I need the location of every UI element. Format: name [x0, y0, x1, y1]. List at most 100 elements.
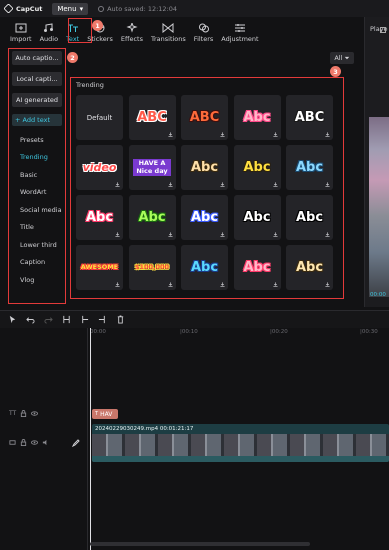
download-icon[interactable]	[272, 182, 278, 187]
undo-icon[interactable]	[26, 315, 35, 324]
playhead[interactable]	[90, 328, 91, 550]
download-icon[interactable]	[272, 232, 278, 237]
nav-button-1[interactable]: Local capti...	[12, 72, 62, 86]
tab-audio[interactable]: Audio	[36, 19, 62, 43]
text-template-tile[interactable]: ABC	[128, 95, 176, 140]
category-vlog[interactable]: Vlog	[12, 271, 62, 289]
download-icon[interactable]	[167, 282, 173, 287]
audio-icon	[43, 23, 53, 32]
category-lower-third[interactable]: Lower third	[12, 236, 62, 254]
text-template-tile[interactable]: Abc	[233, 195, 281, 240]
text-template-tile[interactable]: Abc	[286, 195, 333, 240]
menu-button[interactable]: Menu ▾	[52, 2, 89, 15]
text-template-tile[interactable]: ABC	[181, 95, 228, 140]
template-preview-text: Abc	[190, 210, 219, 225]
redo-icon[interactable]	[44, 315, 53, 324]
text-template-tile[interactable]: Default	[76, 95, 123, 140]
text-template-tile[interactable]: Abc	[76, 195, 123, 240]
template-preview-text: Abc	[295, 160, 324, 175]
nav-button-2[interactable]: AI generated	[12, 93, 62, 107]
download-icon[interactable]	[220, 182, 225, 187]
expand-icon[interactable]	[380, 27, 386, 33]
download-icon[interactable]	[325, 232, 330, 237]
video-clip[interactable]: 20240229030249.mp4 00:01:21:17	[92, 424, 389, 462]
text-template-tile[interactable]: Abc	[181, 145, 228, 190]
player-preview[interactable]	[369, 117, 389, 297]
tab-adjustment[interactable]: Adjustment	[217, 19, 262, 43]
download-icon[interactable]	[115, 232, 120, 237]
category-basic[interactable]: Basic	[12, 166, 62, 184]
select-cursor-icon[interactable]	[8, 315, 17, 324]
split-left-icon[interactable]	[80, 315, 89, 324]
text-template-tile[interactable]: $100,000	[128, 245, 176, 290]
audio-mute-icon[interactable]	[42, 439, 49, 446]
tab-effects[interactable]: Effects	[117, 19, 147, 43]
tab-label: Import	[10, 35, 32, 43]
menu-button-label: Menu	[57, 4, 77, 13]
download-icon[interactable]	[115, 282, 120, 287]
download-icon[interactable]	[220, 282, 225, 287]
video-track-controls	[9, 439, 49, 446]
download-icon[interactable]	[167, 232, 173, 237]
chevron-down-icon: ▾	[79, 4, 84, 13]
title-bar: CapCut Menu ▾ Auto saved: 12:12:04	[0, 0, 389, 17]
download-icon[interactable]	[272, 282, 278, 287]
text-clip-icon: T	[95, 411, 99, 417]
category-presets[interactable]: Presets	[12, 131, 62, 149]
download-icon[interactable]	[325, 282, 330, 287]
category-caption[interactable]: Caption	[12, 254, 62, 272]
tab-filters[interactable]: Filters	[190, 19, 217, 43]
text-template-tile[interactable]: HAVE A Nice day	[128, 145, 176, 190]
timeline-scrollbar[interactable]	[90, 542, 310, 546]
category-trending[interactable]: Trending	[12, 149, 62, 167]
template-preview-text: ABC	[189, 110, 220, 125]
delete-icon[interactable]	[116, 315, 125, 324]
nav-button-0[interactable]: Auto captio...	[12, 51, 62, 65]
split-icon[interactable]	[62, 315, 71, 324]
filter-all-button[interactable]: All ⏷	[330, 52, 354, 64]
text-clip[interactable]: T HAV	[92, 409, 118, 419]
tab-import[interactable]: Import	[6, 19, 36, 43]
download-icon[interactable]	[167, 132, 173, 137]
text-template-tile[interactable]: Abc	[181, 245, 228, 290]
text-template-tile[interactable]: Abc	[233, 145, 281, 190]
category-title[interactable]: Title	[12, 219, 62, 237]
lock-icon[interactable]	[20, 410, 27, 417]
text-template-tile[interactable]: Abc	[286, 145, 333, 190]
player-panel: Playe 00:00	[364, 17, 389, 307]
text-clip-label: HAV	[100, 410, 113, 418]
visibility-icon[interactable]	[31, 439, 38, 446]
text-template-tile[interactable]: Abc	[233, 95, 281, 140]
filters-icon	[198, 23, 209, 33]
adjustment-icon	[234, 24, 245, 32]
add-text-button[interactable]: + Add text	[12, 114, 62, 126]
download-icon[interactable]	[167, 182, 173, 187]
category-social-media[interactable]: Social media	[12, 201, 62, 219]
filter-all-label: All	[334, 54, 343, 62]
edit-cover-icon[interactable]	[72, 439, 80, 447]
download-icon[interactable]	[220, 232, 225, 237]
download-icon[interactable]	[115, 182, 120, 187]
text-tab-highlight	[68, 18, 92, 43]
ruler-mark: 00:00	[90, 329, 106, 335]
text-template-tile[interactable]: AWESOME	[76, 245, 123, 290]
timeline-ruler[interactable]: 00:00 |00:10 |00:20 |00:30	[90, 328, 389, 337]
video-clip-label: 20240229030249.mp4 00:01:21:17	[95, 426, 194, 432]
import-icon	[15, 23, 27, 33]
text-template-tile[interactable]: Abc	[128, 195, 176, 240]
text-template-tile[interactable]: Abc	[181, 195, 228, 240]
download-icon[interactable]	[325, 182, 330, 187]
text-template-tile[interactable]: Abc	[233, 245, 281, 290]
category-wordart[interactable]: WordArt	[12, 184, 62, 202]
text-template-tile[interactable]: ABC	[286, 95, 333, 140]
tab-transitions[interactable]: Transitions	[147, 19, 190, 43]
split-right-icon[interactable]	[98, 315, 107, 324]
download-icon[interactable]	[220, 132, 225, 137]
download-icon[interactable]	[325, 132, 330, 137]
visibility-icon[interactable]	[31, 410, 39, 417]
text-template-tile[interactable]: Abc	[286, 245, 333, 290]
download-icon[interactable]	[272, 132, 278, 137]
text-template-tile[interactable]: video	[76, 145, 123, 190]
lock-icon[interactable]	[20, 439, 27, 446]
text-template-grid: Default ABC ABC Abc ABC video HAVE A Nice day A…	[76, 95, 338, 290]
